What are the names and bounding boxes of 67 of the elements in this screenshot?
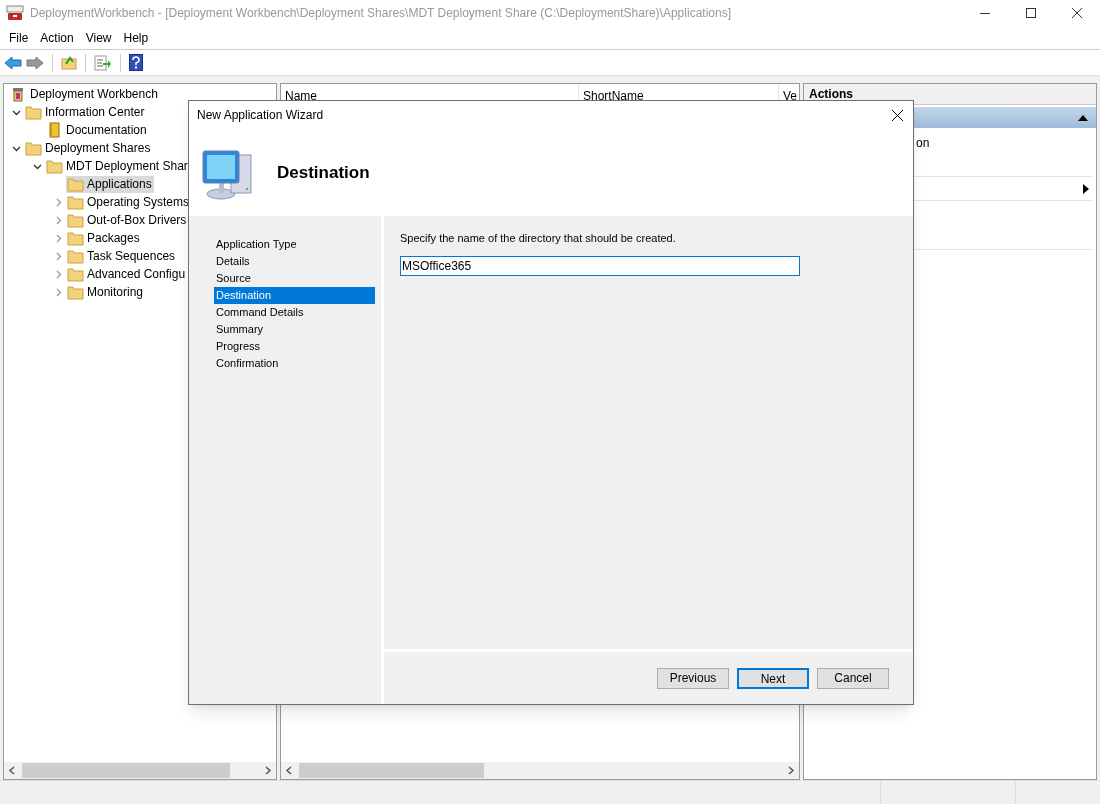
submenu-arrow-icon[interactable] <box>1083 183 1089 194</box>
forward-arrow-icon[interactable] <box>26 55 44 70</box>
close-icon <box>1072 8 1082 18</box>
tree-item[interactable]: MDT Deployment Shar <box>45 157 190 175</box>
tree-item[interactable]: Packages <box>66 229 142 247</box>
book-icon <box>46 122 63 138</box>
tree-item[interactable]: Deployment Workbench <box>9 85 160 103</box>
collapsed-chevron-icon[interactable] <box>54 251 63 261</box>
collapsed-chevron-icon[interactable] <box>54 287 63 297</box>
tree-item[interactable]: Documentation <box>45 121 149 139</box>
scroll-left-icon[interactable] <box>8 766 16 775</box>
tree-item[interactable]: Operating Systems <box>66 193 192 211</box>
app-icon <box>6 5 24 21</box>
export-list-icon[interactable] <box>94 54 112 71</box>
scroll-right-icon[interactable] <box>787 766 795 775</box>
wizard-step: Details <box>214 253 375 270</box>
menu-item[interactable]: File <box>3 26 35 49</box>
folder-icon <box>46 158 63 174</box>
folder-icon <box>25 140 42 156</box>
wizard-step: Summary <box>214 321 375 338</box>
wizard-step: Application Type <box>214 236 375 253</box>
menu-item[interactable]: Action <box>34 26 80 49</box>
tree-item[interactable]: Task Sequences <box>66 247 178 265</box>
wizard-step: Progress <box>214 338 375 355</box>
page-heading: Destination <box>277 161 370 184</box>
wizard-step: Command Details <box>214 304 375 321</box>
scrollbar-thumb[interactable] <box>299 763 484 778</box>
wizard-step: Source <box>214 270 375 287</box>
tree-item[interactable]: Advanced Configu <box>66 265 188 283</box>
scroll-right-icon[interactable] <box>264 766 272 775</box>
folder-up-icon[interactable] <box>61 55 77 70</box>
maximize-icon <box>1026 8 1036 18</box>
wizard-button[interactable]: Previous <box>657 667 729 689</box>
collapsed-chevron-icon[interactable] <box>54 269 63 279</box>
directory-name-field[interactable]: MSOffice365 <box>400 255 800 276</box>
tree-item[interactable]: Information Center <box>24 103 147 121</box>
window-title: DeploymentWorkbench - [Deployment Workbench\Deployment Shares\MDT Deployment Share (C:\DeploymentShare)\Applications] <box>30 5 731 22</box>
folder-icon <box>67 266 84 282</box>
collapsed-chevron-icon[interactable] <box>54 233 63 243</box>
wizard-step: Destination <box>214 287 375 304</box>
tree-item[interactable]: Monitoring <box>66 283 146 301</box>
back-arrow-icon[interactable] <box>4 55 22 70</box>
close-icon[interactable] <box>892 109 903 121</box>
prompt-text: Specify the name of the directory that should be created. <box>400 231 677 246</box>
minimize-icon <box>980 12 990 14</box>
wizard-step: Confirmation <box>214 355 375 372</box>
scroll-left-icon[interactable] <box>285 766 293 775</box>
help-icon[interactable] <box>129 54 143 71</box>
tree-item[interactable]: Out-of-Box Drivers <box>66 211 189 229</box>
action-link[interactable]: on <box>916 136 930 150</box>
folder-icon <box>67 176 84 192</box>
folder-icon <box>25 104 42 120</box>
folder-icon <box>67 230 84 246</box>
folder-icon <box>67 212 84 228</box>
wizard-button[interactable]: Next <box>737 667 809 689</box>
collapsed-chevron-icon[interactable] <box>54 197 63 207</box>
scrollbar-thumb[interactable] <box>22 763 230 778</box>
wizard-button[interactable]: Cancel <box>817 667 889 689</box>
dialog-title: New Application Wizard <box>197 107 324 124</box>
folder-icon <box>67 284 84 300</box>
collapse-triangle-icon <box>1078 114 1088 121</box>
folder-icon <box>67 248 84 264</box>
collapsed-chevron-icon[interactable] <box>54 215 63 225</box>
tree-item[interactable]: Deployment Shares <box>24 139 153 157</box>
menu-item[interactable]: View <box>79 26 118 49</box>
tree-item[interactable]: Applications <box>66 175 154 193</box>
menu-item[interactable]: Help <box>117 26 155 49</box>
